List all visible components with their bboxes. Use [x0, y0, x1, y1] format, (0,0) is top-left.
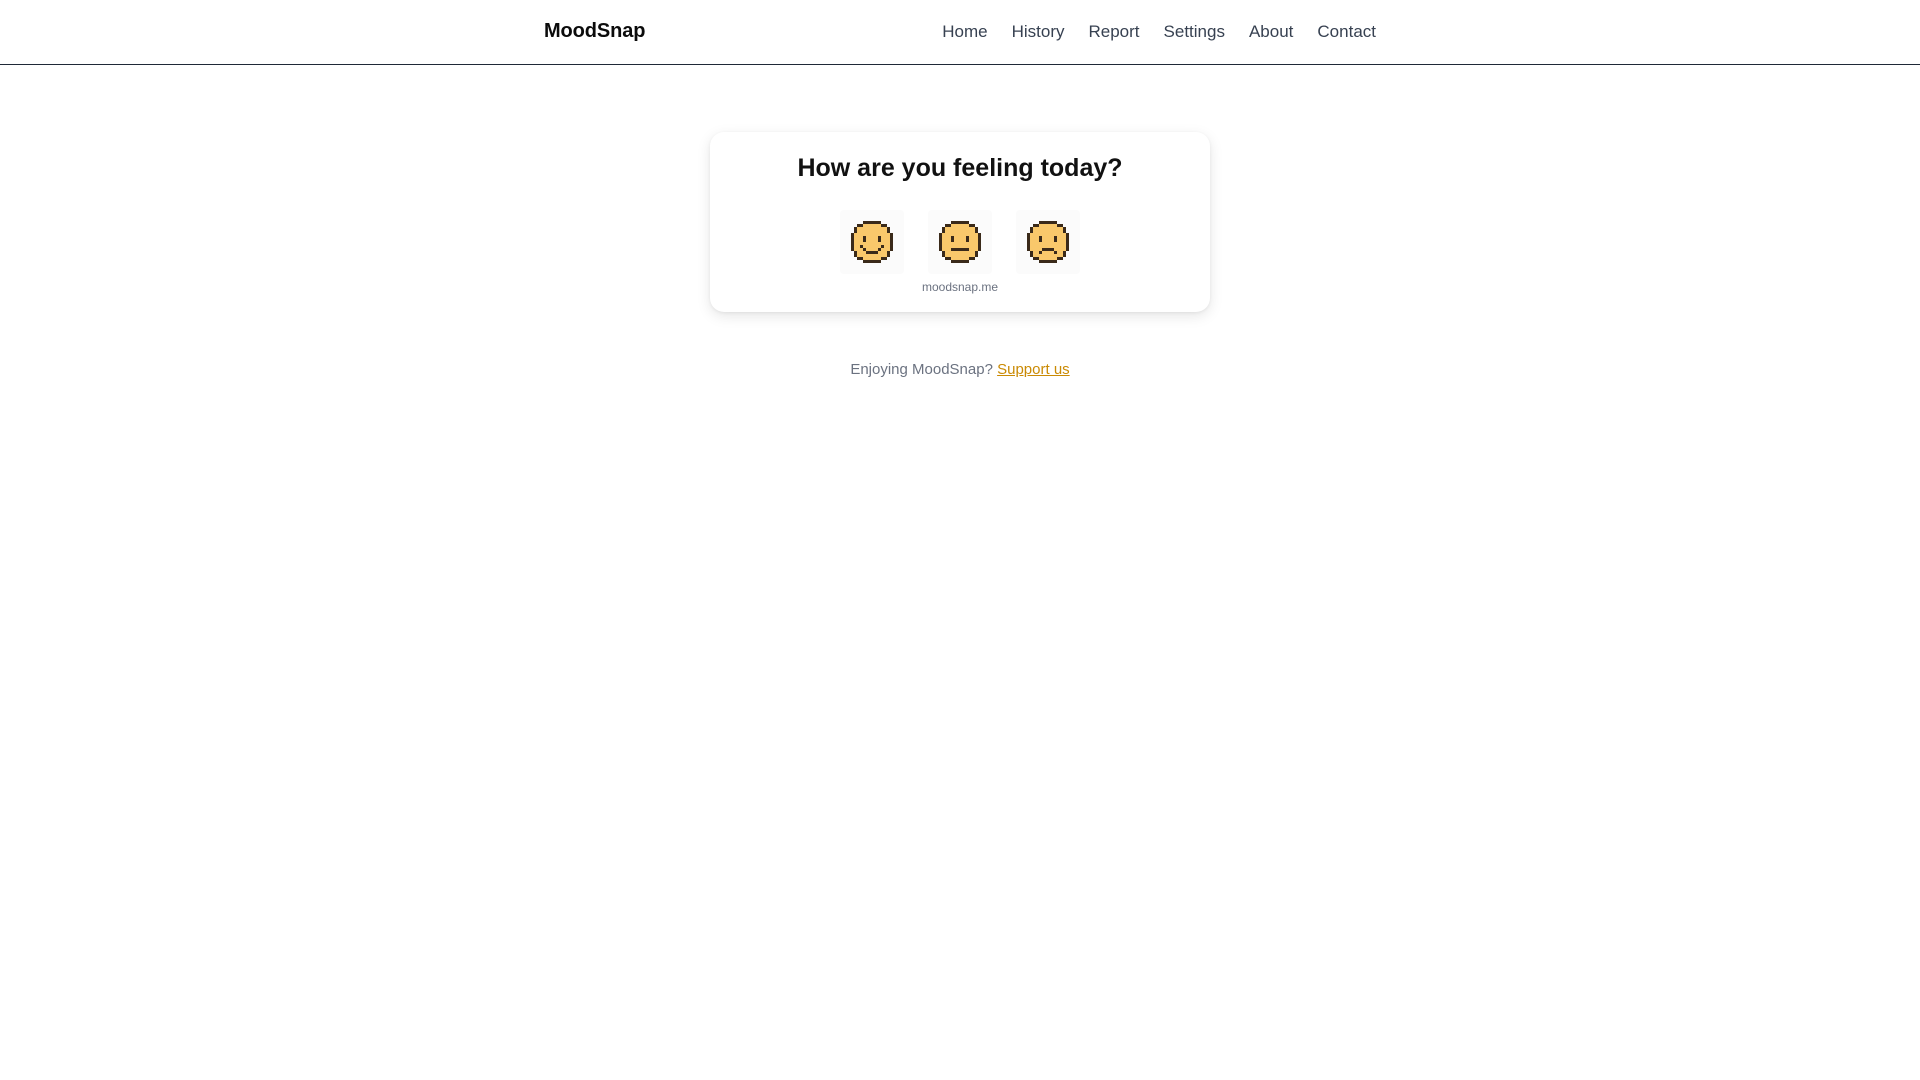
- nav-link-home[interactable]: Home: [942, 22, 987, 41]
- sad-face-icon: [1027, 221, 1069, 263]
- mood-option-sad: [1016, 210, 1080, 294]
- nav-item: Report: [1089, 22, 1140, 42]
- mood-caption: moodsnap.me: [921, 280, 999, 294]
- mood-options: moodsnap.me: [710, 210, 1210, 294]
- support-us-link[interactable]: Support us: [997, 361, 1070, 378]
- nav-item: About: [1249, 22, 1293, 42]
- nav-item: Home: [942, 22, 987, 42]
- support-note: Enjoying MoodSnap? Support us: [0, 361, 1920, 378]
- sad-mood-button[interactable]: [1016, 210, 1080, 274]
- happy-mood-button[interactable]: [840, 210, 904, 274]
- nav-link-contact[interactable]: Contact: [1317, 22, 1376, 41]
- support-text: Enjoying MoodSnap?: [850, 361, 998, 378]
- neutral-mood-button[interactable]: [928, 210, 992, 274]
- nav-link-settings[interactable]: Settings: [1164, 22, 1225, 41]
- nav-item: Contact: [1317, 22, 1376, 42]
- main-nav: Home History Report Settings About Conta…: [942, 22, 1376, 42]
- top-navbar: MoodSnap Home History Report Settings Ab…: [0, 0, 1920, 65]
- happy-face-icon: [851, 221, 893, 263]
- mood-card: How are you feeling today? moodsnap.me: [710, 132, 1210, 312]
- nav-link-report[interactable]: Report: [1089, 22, 1140, 41]
- brand-logo[interactable]: MoodSnap: [544, 20, 646, 43]
- mood-option-neutral: moodsnap.me: [922, 210, 998, 294]
- nav-item: History: [1012, 22, 1065, 42]
- mood-question-title: How are you feeling today?: [797, 154, 1123, 182]
- neutral-face-icon: [939, 221, 981, 263]
- nav-link-history[interactable]: History: [1012, 22, 1065, 41]
- mood-option-happy: [840, 210, 904, 294]
- nav-item: Settings: [1164, 22, 1225, 42]
- nav-link-about[interactable]: About: [1249, 22, 1293, 41]
